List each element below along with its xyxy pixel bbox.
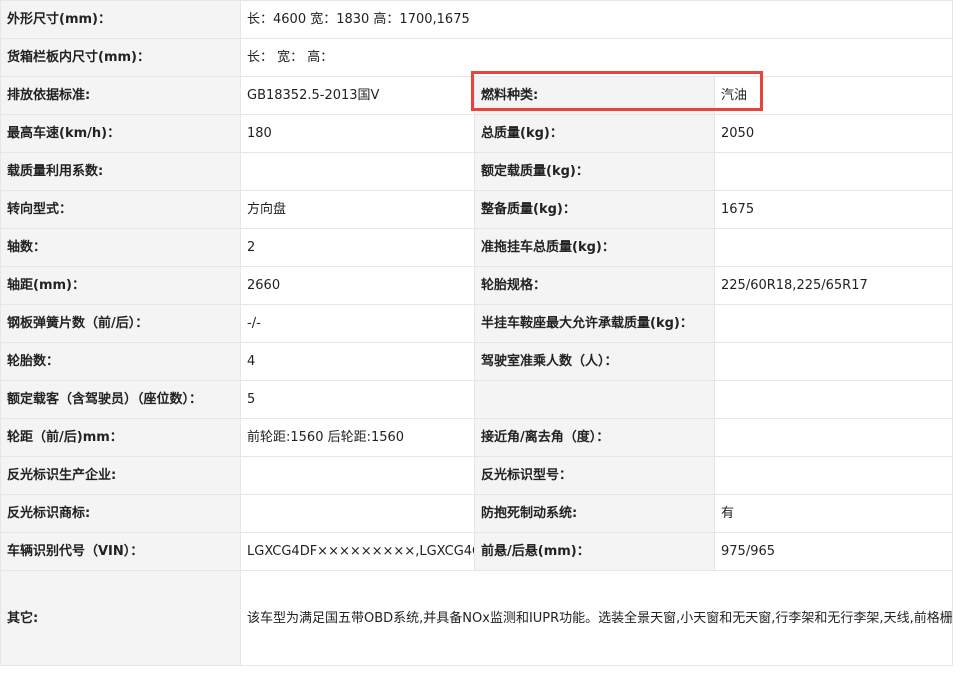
- label-saddle-load: 半挂车鞍座最大允许承载质量(kg)：: [474, 304, 715, 343]
- label-overhang: 前悬/后悬(mm)：: [474, 532, 715, 571]
- table-row: 反光标识商标: 防抱死制动系统: 有: [0, 494, 953, 533]
- label-approach-departure-angle: 接近角/离去角（度）：: [474, 418, 715, 457]
- table-row: 货箱栏板内尺寸(mm)： 长： 宽： 高：: [0, 38, 953, 77]
- label-vin: 车辆识别代号（VIN）：: [0, 532, 241, 571]
- label-reflective-trademark: 反光标识商标:: [0, 494, 241, 533]
- value-cargo-box-dimensions: 长： 宽： 高：: [240, 38, 953, 77]
- table-row: 反光标识生产企业: 反光标识型号：: [0, 456, 953, 495]
- value-abs-system: 有: [714, 494, 953, 533]
- value-reflective-trademark: [240, 494, 475, 533]
- table-row: 轴距(mm)： 2660 轮胎规格： 225/60R18,225/65R17: [0, 266, 953, 305]
- label-leaf-springs: 钢板弹簧片数（前/后）：: [0, 304, 241, 343]
- value-seating-capacity: 5: [240, 380, 475, 419]
- value-vin: LGXCG4DF×××××××××,LGXCG4CF×××××××××: [240, 532, 475, 571]
- label-trailer-mass: 准拖挂车总质量(kg)：: [474, 228, 715, 267]
- table-row: 转向型式： 方向盘 整备质量(kg)： 1675: [0, 190, 953, 229]
- label-max-speed: 最高车速(km/h)：: [0, 114, 241, 153]
- label-emission-standard: 排放依据标准:: [0, 76, 241, 115]
- value-reflective-model: [714, 456, 953, 495]
- table-row: 车辆识别代号（VIN）： LGXCG4DF×××××××××,LGXCG4CF×…: [0, 532, 953, 571]
- label-reflective-model: 反光标识型号：: [474, 456, 715, 495]
- value-emission-standard: GB18352.5-2013国Ⅴ: [240, 76, 475, 115]
- table-row: 轮距（前/后)mm： 前轮距:1560 后轮距:1560 接近角/离去角（度）：: [0, 418, 953, 457]
- label-wheelbase: 轴距(mm)：: [0, 266, 241, 305]
- value-axle-count: 2: [240, 228, 475, 267]
- value-curb-weight: 1675: [714, 190, 953, 229]
- label-curb-weight: 整备质量(kg)：: [474, 190, 715, 229]
- table-row: 载质量利用系数: 额定载质量(kg)：: [0, 152, 953, 191]
- vehicle-spec-table: 外形尺寸(mm)： 长：4600 宽：1830 高：1700,1675 货箱栏板…: [0, 0, 953, 666]
- value-fuel-type: 汽油: [714, 76, 953, 115]
- table-row: 最高车速(km/h)： 180 总质量(kg)： 2050: [0, 114, 953, 153]
- label-abs-system: 防抱死制动系统:: [474, 494, 715, 533]
- value-tire-spec: 225/60R18,225/65R17: [714, 266, 953, 305]
- label-seating-capacity: 额定载客（含驾驶员）（座位数）：: [0, 380, 241, 419]
- value-tire-count: 4: [240, 342, 475, 381]
- value-track-width: 前轮距:1560 后轮距:1560: [240, 418, 475, 457]
- label-reflective-manufacturer: 反光标识生产企业:: [0, 456, 241, 495]
- table-row: 排放依据标准: GB18352.5-2013国Ⅴ 燃料种类: 汽油: [0, 76, 953, 115]
- label-cargo-box-dimensions: 货箱栏板内尺寸(mm)：: [0, 38, 241, 77]
- value-max-speed: 180: [240, 114, 475, 153]
- value-load-utilization: [240, 152, 475, 191]
- value-other: 该车型为满足国五带OBD系统,并具备NOx监测和IUPR功能。选装全景天窗,小天…: [240, 570, 953, 666]
- value-trailer-mass: [714, 228, 953, 267]
- label-overall-dimensions: 外形尺寸(mm)：: [0, 0, 241, 39]
- value-reflective-manufacturer: [240, 456, 475, 495]
- value-approach-departure-angle: [714, 418, 953, 457]
- value-cab-passengers: [714, 342, 953, 381]
- value-saddle-load: [714, 304, 953, 343]
- table-row: 轮胎数： 4 驾驶室准乘人数（人）：: [0, 342, 953, 381]
- label-total-mass: 总质量(kg)：: [474, 114, 715, 153]
- label-track-width: 轮距（前/后)mm：: [0, 418, 241, 457]
- value-overhang: 975/965: [714, 532, 953, 571]
- value-steering-type: 方向盘: [240, 190, 475, 229]
- value-leaf-springs: -/-: [240, 304, 475, 343]
- table-row: 外形尺寸(mm)： 长：4600 宽：1830 高：1700,1675: [0, 0, 953, 39]
- label-load-utilization: 载质量利用系数:: [0, 152, 241, 191]
- label-cab-passengers: 驾驶室准乘人数（人）：: [474, 342, 715, 381]
- table-row: 其它: 该车型为满足国五带OBD系统,并具备NOx监测和IUPR功能。选装全景天…: [0, 570, 953, 666]
- table-row: 钢板弹簧片数（前/后）： -/- 半挂车鞍座最大允许承载质量(kg)：: [0, 304, 953, 343]
- value-total-mass: 2050: [714, 114, 953, 153]
- value-rated-load: [714, 152, 953, 191]
- label-axle-count: 轴数：: [0, 228, 241, 267]
- table-row: 额定载客（含驾驶员）（座位数）： 5: [0, 380, 953, 419]
- label-rated-load: 额定载质量(kg)：: [474, 152, 715, 191]
- value-empty-1: [714, 380, 953, 419]
- label-fuel-type: 燃料种类:: [474, 76, 715, 115]
- label-steering-type: 转向型式：: [0, 190, 241, 229]
- value-overall-dimensions: 长：4600 宽：1830 高：1700,1675: [240, 0, 953, 39]
- label-tire-count: 轮胎数：: [0, 342, 241, 381]
- label-tire-spec: 轮胎规格：: [474, 266, 715, 305]
- table-row: 轴数： 2 准拖挂车总质量(kg)：: [0, 228, 953, 267]
- label-empty-1: [474, 380, 715, 419]
- value-wheelbase: 2660: [240, 266, 475, 305]
- label-other: 其它:: [0, 570, 241, 666]
